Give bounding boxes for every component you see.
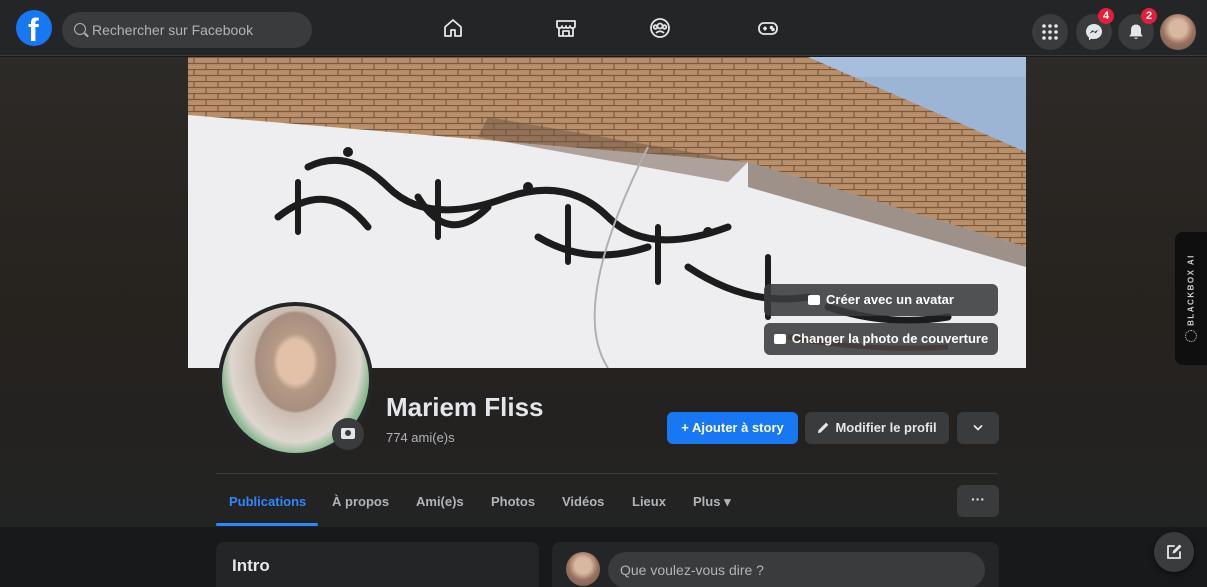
intro-title: Intro [232, 556, 270, 575]
avatar-sticker-icon [808, 295, 821, 305]
profile-dropdown-button[interactable] [957, 412, 999, 444]
facebook-logo[interactable]: f [16, 10, 52, 48]
composer-input[interactable]: Que voulez-vous dire ? [608, 552, 985, 587]
tab-friends[interactable]: Ami(e)s [416, 494, 464, 509]
tab-photos[interactable]: Photos [491, 494, 535, 509]
tab-publications[interactable]: Publications [229, 494, 306, 509]
edit-profile-button[interactable]: Modifier le profil [805, 412, 949, 444]
menu-button[interactable] [1032, 14, 1068, 50]
tab-places[interactable]: Lieux [632, 494, 666, 509]
post-composer: Que voulez-vous dire ? [552, 542, 999, 587]
blackbox-label: BLACKBOX AI [1186, 254, 1196, 326]
change-cover-button[interactable]: Changer la photo de couverture [764, 323, 998, 355]
groups-icon[interactable] [648, 16, 672, 40]
intro-card: Intro [216, 542, 539, 587]
search-bar[interactable] [62, 12, 312, 48]
account-avatar[interactable] [1160, 14, 1196, 50]
friends-count[interactable]: 774 ami(e)s [386, 430, 455, 445]
grid-menu-icon [1042, 24, 1058, 40]
tab-videos[interactable]: Vidéos [562, 494, 604, 509]
messenger-icon [1086, 24, 1102, 41]
blackbox-logo-icon [1185, 330, 1197, 342]
search-input[interactable] [92, 12, 302, 48]
profile-camera-icon[interactable] [332, 418, 364, 450]
top-navigation-bar: f 4 2 [0, 0, 1207, 56]
add-story-button[interactable]: + Ajouter à story [667, 412, 798, 444]
blackbox-ai-widget[interactable]: BLACKBOX AI [1175, 232, 1207, 365]
home-icon[interactable] [441, 16, 465, 40]
composer-avatar[interactable] [566, 552, 600, 586]
chevron-down-icon [973, 425, 983, 431]
tab-about[interactable]: À propos [332, 494, 389, 509]
active-tab-indicator [216, 523, 318, 526]
more-options-button[interactable]: ··· [957, 485, 999, 517]
tab-more[interactable]: Plus ▾ [693, 494, 731, 510]
new-message-button[interactable] [1154, 532, 1194, 572]
pencil-icon [818, 422, 829, 434]
compose-icon [1167, 544, 1182, 559]
profile-divider [216, 473, 998, 474]
gaming-icon[interactable] [756, 16, 780, 40]
create-avatar-button[interactable]: Créer avec un avatar [764, 284, 998, 316]
search-icon [74, 23, 86, 35]
messenger-badge: 4 [1098, 8, 1114, 24]
profile-name: Mariem Fliss [386, 392, 544, 422]
bell-icon [1129, 24, 1143, 40]
marketplace-icon[interactable] [554, 16, 578, 40]
notifications-badge: 2 [1141, 8, 1157, 24]
camera-icon [773, 334, 786, 344]
